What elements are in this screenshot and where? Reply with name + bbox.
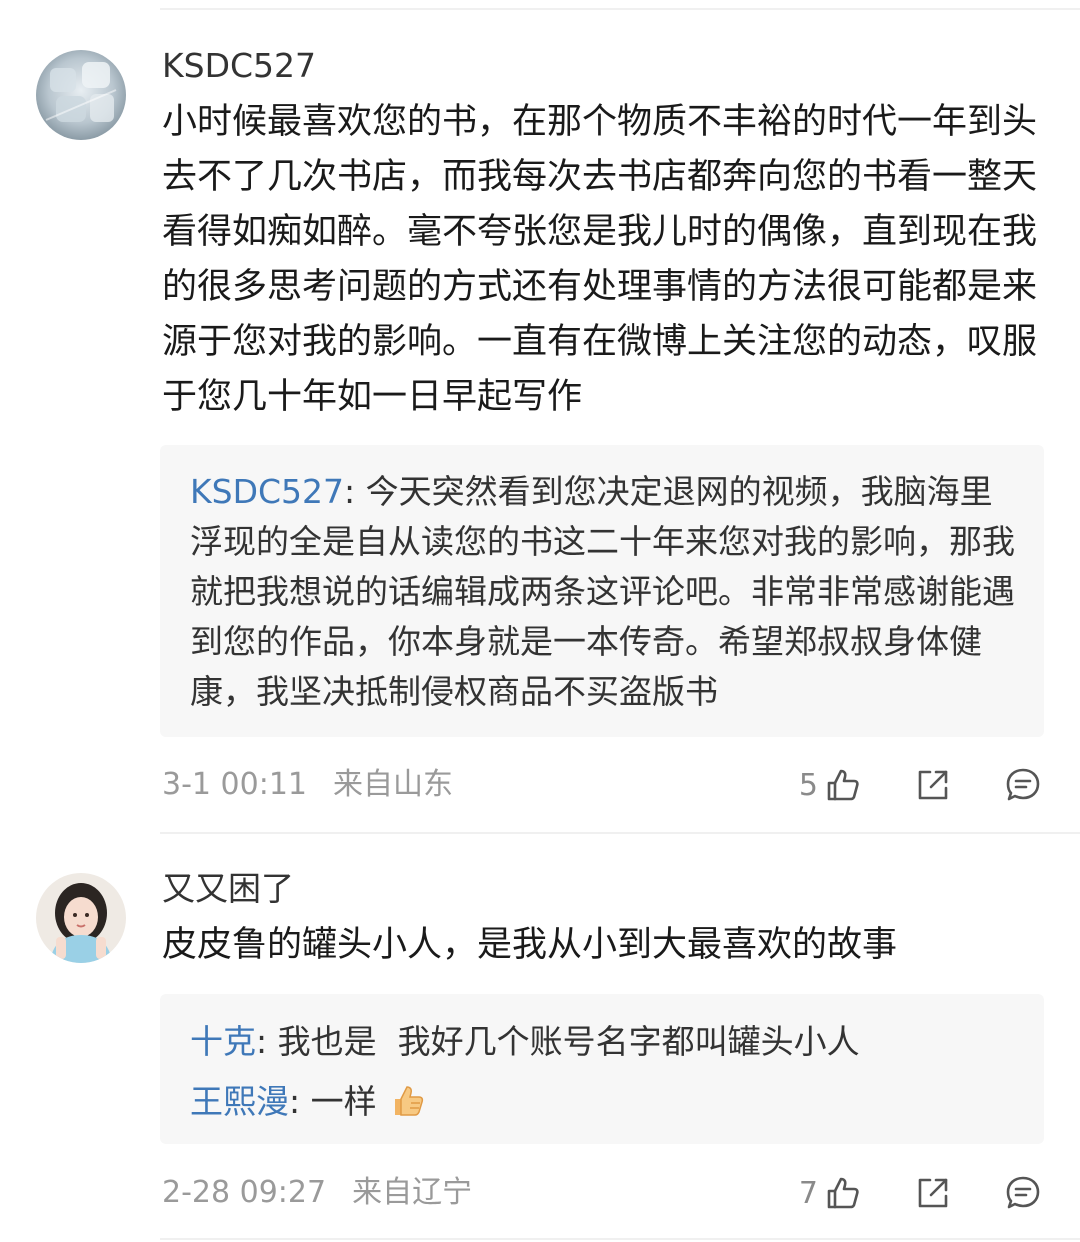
reply-separator: : [344,472,366,511]
comment-username[interactable]: 又又困了 [162,869,294,909]
comment-divider [160,832,1080,834]
reply-separator: : [256,1022,278,1061]
reply-text: 一样 [310,1082,377,1121]
comment-text: 皮皮鲁的罐头小人，是我从小到大最喜欢的故事 [162,925,898,965]
comment-meta: 3-1 00:11 来自山东 [162,765,453,805]
comment-meta: 2-28 09:27 来自辽宁 [162,1173,472,1213]
comment-actions: 7 [799,1173,1042,1213]
comment-time: 3-1 00:11 [162,767,307,802]
comment-text: 小时候最喜欢您的书，在那个物质不丰裕的时代一年到头去不了几次书店，而我每次去书店… [162,102,1038,417]
like-icon[interactable] [824,1174,862,1212]
reply-author[interactable]: 十克 [190,1022,256,1061]
avatar[interactable] [36,873,126,963]
reply-box[interactable]: KSDC527: 今天突然看到您决定退网的视频，我脑海里浮现的全是自从读您的书这… [160,445,1044,737]
top-divider [160,8,1080,10]
like-icon[interactable] [824,766,862,804]
avatar[interactable] [36,50,126,140]
like-count: 7 [798,1175,818,1211]
reply-separator: : [289,1082,311,1121]
comment-time: 2-28 09:27 [162,1175,327,1210]
reply-box[interactable]: 十克: 我也是 我好几个账号名字都叫罐头小人 王熙漫: 一样 [160,994,1044,1144]
reply-item: 王熙漫: 一样 [190,1072,1016,1132]
reply-author[interactable]: 王熙漫 [190,1082,289,1121]
reply-text: 我也是 我好几个账号名字都叫罐头小人 [277,1022,860,1061]
share-icon[interactable] [914,766,952,804]
comment-actions: 5 [799,765,1042,805]
reply-item: KSDC527: 今天突然看到您决定退网的视频，我脑海里浮现的全是自从读您的书这… [190,467,1016,717]
thumbs-up-emoji [387,1080,427,1120]
comment-icon[interactable] [1004,1174,1042,1212]
bottom-divider [160,1238,1080,1240]
comment-location: 来自辽宁 [352,1175,473,1210]
share-icon[interactable] [914,1174,952,1212]
reply-author[interactable]: KSDC527 [190,472,344,511]
comment-username[interactable]: KSDC527 [162,46,316,86]
comment-location: 来自山东 [333,767,453,802]
reply-item: 十克: 我也是 我好几个账号名字都叫罐头小人 [190,1012,1016,1072]
like-count: 5 [798,767,818,803]
comment-icon[interactable] [1004,766,1042,804]
